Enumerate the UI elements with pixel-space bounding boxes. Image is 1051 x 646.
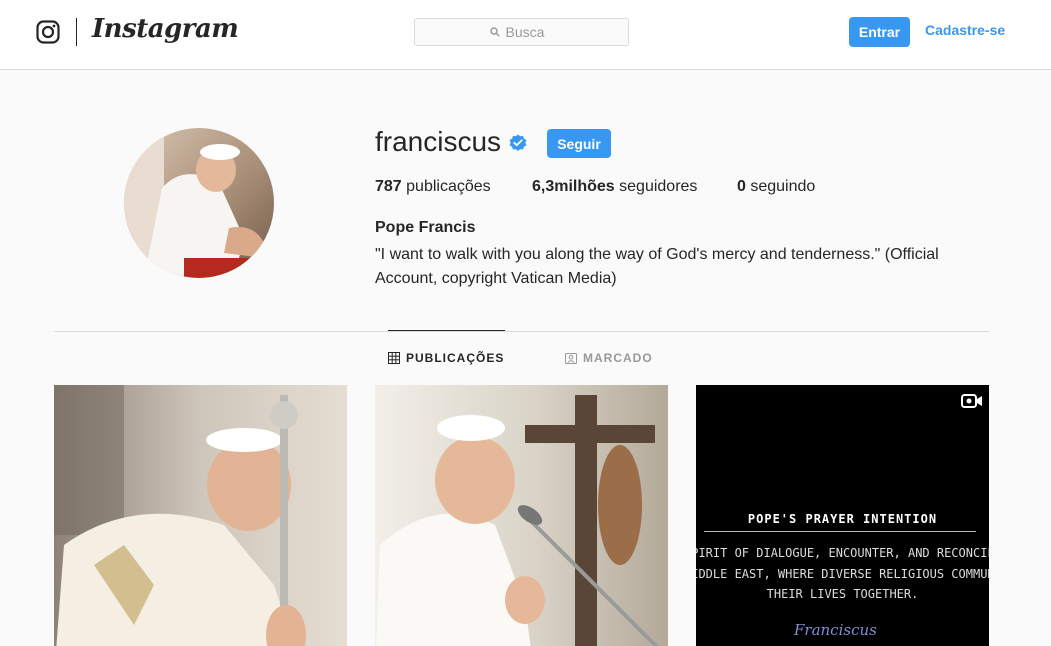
top-navigation-bar: Instagram Entrar Cadastre-se — [0, 0, 1051, 70]
instagram-wordmark[interactable]: Instagram — [92, 14, 239, 44]
following-count: 0 — [737, 178, 746, 195]
tagged-icon — [565, 353, 577, 364]
post-video-thumbnail[interactable]: POPE'S PRAYER INTENTION SPIRIT OF DIALOG… — [696, 385, 989, 646]
signup-link[interactable]: Cadastre-se — [925, 22, 1005, 38]
instagram-camera-icon[interactable] — [36, 20, 60, 44]
video-camera-icon — [961, 394, 982, 408]
profile-bio: "I want to walk with you along the way o… — [375, 246, 939, 287]
followers-label: seguidores — [619, 178, 698, 195]
post-thumbnail[interactable] — [375, 385, 668, 646]
video-caption-line: MIDDLE EAST, WHERE DIVERSE RELIGIOUS COM… — [696, 567, 989, 581]
grid-icon — [388, 352, 400, 364]
search-input[interactable] — [505, 24, 554, 40]
following-label: seguindo — [750, 178, 816, 195]
posts-label: publicações — [406, 178, 491, 195]
profile-avatar[interactable] — [124, 128, 274, 278]
profile-username: franciscus — [375, 126, 502, 157]
post-thumbnail[interactable] — [54, 385, 347, 646]
posts-count: 787 — [375, 178, 402, 195]
brand-divider — [76, 18, 77, 46]
follow-button[interactable]: Seguir — [547, 129, 611, 158]
tab-tagged-label: MARCADO — [583, 351, 653, 365]
active-tab-indicator — [388, 330, 505, 331]
post-photo — [54, 385, 347, 646]
followers-count: 6,3milhões — [532, 178, 615, 195]
stat-posts: 787 publicações — [375, 178, 491, 196]
tab-posts-label: PUBLICAÇÕES — [406, 351, 505, 365]
verified-badge-icon — [509, 134, 527, 151]
search-icon — [489, 27, 500, 37]
video-title-rule — [704, 531, 976, 532]
stat-following[interactable]: 0 seguindo — [737, 178, 815, 196]
login-button[interactable]: Entrar — [849, 17, 910, 47]
avatar-photo — [124, 128, 274, 278]
post-photo — [375, 385, 668, 646]
video-title: POPE'S PRAYER INTENTION — [747, 512, 938, 526]
tabs-divider — [54, 331, 989, 332]
signature: Franciscus — [794, 621, 877, 639]
video-caption-line: THEIR LIVES TOGETHER. — [766, 587, 919, 601]
tab-posts[interactable]: PUBLICAÇÕES — [388, 351, 504, 365]
search-box[interactable] — [414, 18, 629, 46]
video-caption-line: SPIRIT OF DIALOGUE, ENCOUNTER, AND RECON… — [696, 546, 989, 560]
profile-full-name: Pope Francis — [375, 219, 476, 236]
stat-followers[interactable]: 6,3milhões seguidores — [532, 178, 697, 196]
tab-tagged[interactable]: MARCADO — [565, 351, 653, 365]
